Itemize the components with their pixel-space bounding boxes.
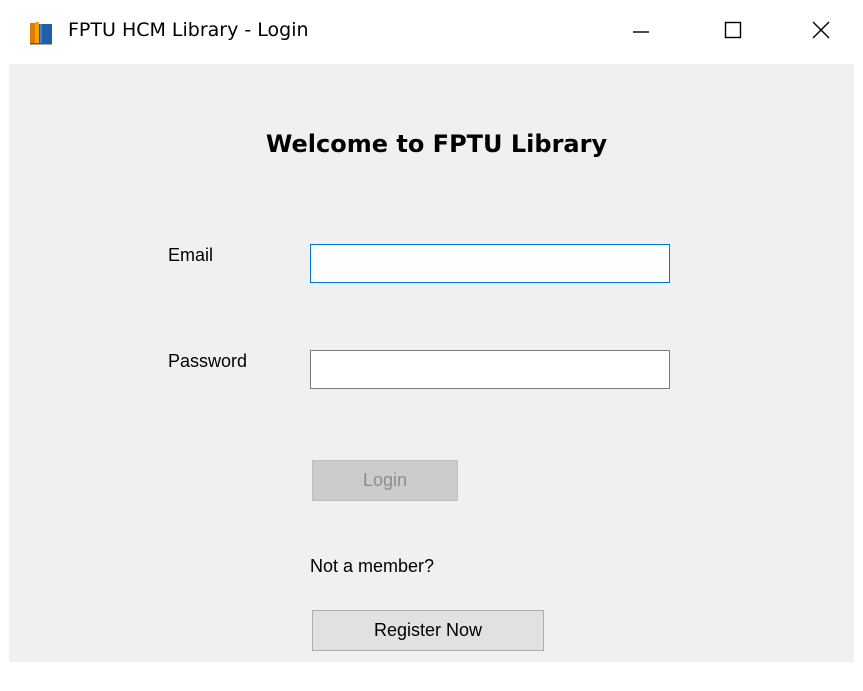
email-label: Email — [168, 245, 214, 265]
minimize-button[interactable] — [595, 0, 687, 64]
login-form-panel: Welcome to FPTU Library Email Password L… — [9, 64, 854, 662]
register-now-button[interactable]: Register Now — [312, 610, 544, 651]
close-icon — [811, 20, 831, 45]
title-bar[interactable]: FPTU HCM Library - Login — [0, 0, 863, 64]
email-input[interactable] — [310, 244, 670, 283]
welcome-heading: Welcome to FPTU Library — [265, 130, 608, 158]
login-window: FPTU HCM Library - Login Welcome to FPTU… — [0, 0, 863, 691]
maximize-icon — [723, 20, 743, 45]
password-input[interactable] — [310, 350, 670, 389]
minimize-icon — [631, 20, 651, 45]
window-title: FPTU HCM Library - Login — [68, 19, 309, 41]
password-label: Password — [168, 351, 248, 371]
book-app-icon — [28, 20, 54, 46]
close-button[interactable] — [779, 0, 863, 64]
maximize-button[interactable] — [687, 0, 779, 64]
login-button[interactable]: Login — [312, 460, 458, 501]
not-member-text: Not a member? — [310, 556, 435, 576]
